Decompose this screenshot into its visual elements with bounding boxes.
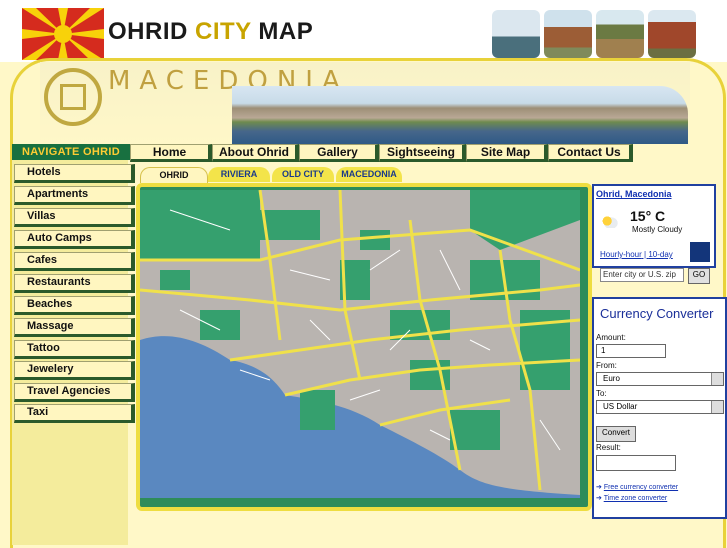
free-currency-converter-text[interactable]: Free currency converter bbox=[604, 484, 678, 491]
title-part-ohrid: OHRID bbox=[108, 18, 195, 45]
sidebar-item-villas[interactable]: Villas bbox=[14, 208, 135, 227]
nav-home[interactable]: Home bbox=[130, 144, 212, 162]
header-photo-monastery bbox=[648, 10, 696, 58]
partly-cloudy-icon bbox=[600, 214, 618, 228]
amount-label: Amount: bbox=[596, 333, 626, 342]
sidebar-heading: NAVIGATE OHRID bbox=[12, 144, 130, 160]
currency-title: Currency Converter bbox=[600, 306, 714, 321]
title-part-city: CITY bbox=[195, 18, 252, 45]
header-photo-lake bbox=[492, 10, 540, 58]
sidebar-item-beaches[interactable]: Beaches bbox=[14, 296, 135, 315]
result-field[interactable] bbox=[596, 455, 676, 471]
sidebar-item-apartments[interactable]: Apartments bbox=[14, 186, 135, 205]
title-part-map: MAP bbox=[251, 18, 314, 45]
header-photo-church bbox=[544, 10, 592, 58]
sidebar-item-travel-agencies[interactable]: Travel Agencies bbox=[14, 383, 135, 402]
sidebar-item-tattoo[interactable]: Tattoo bbox=[14, 340, 135, 359]
convert-button[interactable]: Convert bbox=[596, 426, 636, 442]
from-value: Euro bbox=[603, 374, 620, 383]
tab-ohrid[interactable]: OHRID bbox=[140, 167, 208, 183]
sidebar-item-cafes[interactable]: Cafes bbox=[14, 252, 135, 271]
sidebar-item-taxi[interactable]: Taxi bbox=[14, 404, 135, 423]
page-title: OHRID CITY MAP bbox=[108, 18, 488, 50]
from-select[interactable]: Euro bbox=[596, 372, 724, 386]
tab-riviera[interactable]: RIVIERA bbox=[208, 167, 270, 182]
weather-go-button[interactable]: GO bbox=[688, 268, 710, 284]
weather-search-input[interactable]: Enter city or U.S. zip bbox=[600, 268, 684, 282]
amount-field[interactable]: 1 bbox=[596, 344, 666, 358]
weather-location-link[interactable]: Ohrid, Macedonia bbox=[596, 189, 672, 199]
ten-day-link[interactable]: 10-day bbox=[648, 250, 672, 259]
macedonia-flag-icon bbox=[22, 8, 104, 60]
free-currency-converter-link[interactable]: ➔ Free currency converter bbox=[596, 483, 678, 491]
logo-square-icon bbox=[60, 84, 86, 110]
city-panorama-image bbox=[232, 86, 688, 144]
sidebar-item-jewelery[interactable]: Jewelery bbox=[14, 361, 135, 380]
tab-old-city[interactable]: OLD CITY bbox=[272, 167, 334, 182]
nav-site-map[interactable]: Site Map bbox=[466, 144, 548, 162]
ohrid-street-map[interactable] bbox=[140, 190, 580, 498]
from-label: From: bbox=[596, 361, 617, 370]
chevron-down-icon bbox=[711, 373, 723, 385]
hourly-link[interactable]: Hourly-hour bbox=[600, 250, 642, 259]
to-select[interactable]: US Dollar bbox=[596, 400, 724, 414]
header-photo-fortress bbox=[596, 10, 644, 58]
chevron-down-icon bbox=[711, 401, 723, 413]
time-zone-converter-text[interactable]: Time zone converter bbox=[604, 495, 668, 502]
result-label: Result: bbox=[596, 443, 621, 452]
sidebar-item-hotels[interactable]: Hotels bbox=[14, 164, 135, 183]
sidebar-item-auto-camps[interactable]: Auto Camps bbox=[14, 230, 135, 249]
nav-gallery[interactable]: Gallery bbox=[299, 144, 379, 162]
sidebar-item-restaurants[interactable]: Restaurants bbox=[14, 274, 135, 293]
nav-sightseeing[interactable]: Sightseeing bbox=[379, 144, 466, 162]
time-zone-converter-link[interactable]: ➔ Time zone converter bbox=[596, 494, 667, 502]
nav-about-ohrid[interactable]: About Ohrid bbox=[212, 144, 299, 162]
weather-channel-logo-icon[interactable] bbox=[690, 242, 710, 262]
to-value: US Dollar bbox=[603, 402, 638, 411]
weather-condition: Mostly Cloudy bbox=[632, 225, 683, 234]
weather-temperature: 15° C bbox=[630, 208, 666, 224]
to-label: To: bbox=[596, 389, 607, 398]
sidebar-item-massage[interactable]: Massage bbox=[14, 318, 135, 337]
weather-forecast-links: Hourly-hour | 10-day bbox=[600, 250, 673, 259]
tab-macedonia[interactable]: MACEDONIA bbox=[336, 167, 402, 182]
nav-contact-us[interactable]: Contact Us bbox=[548, 144, 633, 162]
